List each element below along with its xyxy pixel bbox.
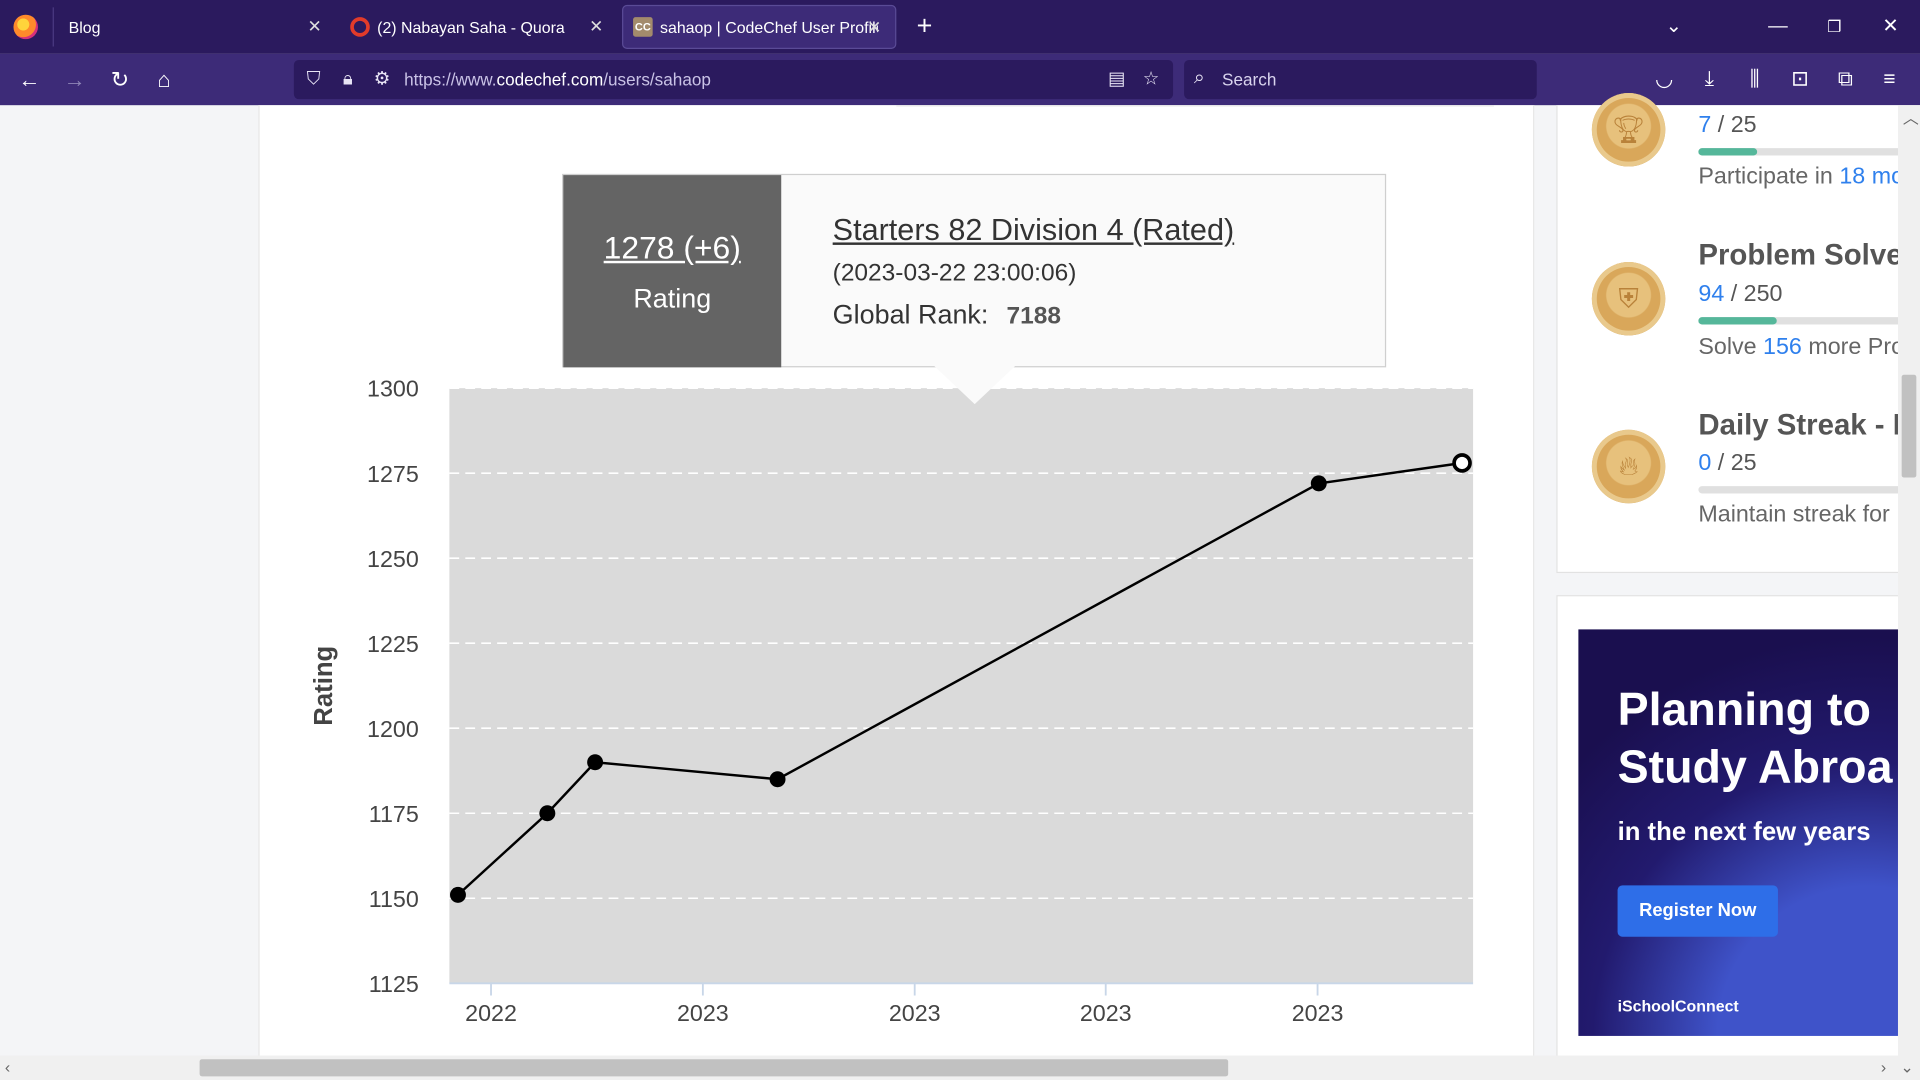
flame-icon: 🔥︎ bbox=[1591, 429, 1666, 504]
tooltip-rank-label: Global Rank: bbox=[832, 298, 989, 330]
x-tick-label: 2023 bbox=[889, 1000, 941, 1026]
y-tick-label: 1150 bbox=[369, 886, 419, 912]
data-point bbox=[539, 805, 556, 822]
y-tick-label: 1175 bbox=[369, 801, 419, 827]
chevron-down-icon[interactable]: ⌄ bbox=[1900, 1058, 1913, 1078]
pocket-icon[interactable]: ◡ bbox=[1649, 65, 1678, 94]
y-tick-label: 1125 bbox=[369, 971, 419, 997]
data-point bbox=[450, 886, 466, 903]
data-point bbox=[1310, 475, 1327, 492]
data-point bbox=[769, 771, 786, 788]
rating-chart: 1125 1150 1175 1200 1225 1250 1275 1300 2022 2023… bbox=[310, 376, 1474, 1026]
trophy-icon: 🏆︎ bbox=[1591, 93, 1666, 167]
y-tick-label: 1225 bbox=[367, 631, 419, 657]
scroll-left-icon[interactable]: ‹ bbox=[5, 1058, 10, 1076]
y-tick-label: 1200 bbox=[367, 716, 419, 742]
list-all-tabs-icon[interactable]: ⌄ bbox=[1657, 12, 1691, 41]
tooltip-rating-label: Rating bbox=[633, 282, 712, 314]
extensions-icon[interactable]: ⧉ bbox=[1831, 65, 1860, 94]
ad-subline: in the next few years bbox=[1617, 817, 1871, 847]
ad-headline: Study Abroa bbox=[1617, 742, 1893, 794]
scrollbar-thumb[interactable] bbox=[199, 1059, 1229, 1077]
register-now-button[interactable]: Register Now bbox=[1617, 885, 1778, 937]
study-abroad-ad[interactable]: Planning to Study Abroa in the next few … bbox=[1578, 629, 1900, 1036]
badge-progress-fill bbox=[1698, 317, 1777, 325]
y-tick-label: 1300 bbox=[367, 376, 419, 402]
x-tick-label: 2023 bbox=[1292, 1000, 1344, 1026]
tooltip-arrow bbox=[933, 364, 1017, 405]
menu-icon[interactable]: ≡ bbox=[1875, 65, 1904, 94]
badge-title: Daily Streak - E bbox=[1698, 408, 1913, 443]
ad-headline: Planning to bbox=[1617, 684, 1871, 736]
badge-count: 0 / 25 bbox=[1698, 450, 1757, 477]
horizontal-scrollbar[interactable]: ‹ › ⌄ bbox=[0, 1055, 1920, 1080]
library-icon[interactable]: ⫼ bbox=[1740, 65, 1769, 94]
rating-tooltip: 1278 (+6) Rating Starters 82 Division 4 … bbox=[562, 173, 1387, 368]
close-window-icon[interactable]: ✕ bbox=[1873, 12, 1907, 41]
shield-icon: ⛨ bbox=[1591, 262, 1666, 336]
badge-title: Problem Solve bbox=[1698, 238, 1903, 272]
y-axis-title: Rating bbox=[310, 646, 338, 726]
tooltip-rating[interactable]: 1278 (+6) bbox=[563, 229, 781, 267]
x-tick-label: 2022 bbox=[465, 1000, 517, 1026]
scroll-up-icon[interactable]: ︿ bbox=[1903, 105, 1919, 128]
data-point-highlighted bbox=[1452, 453, 1472, 473]
y-tick-label: 1250 bbox=[367, 546, 419, 572]
downloads-icon[interactable]: ⤓ bbox=[1695, 65, 1724, 94]
badge-desc: Solve 156 more Pro bbox=[1698, 334, 1905, 361]
badge-progress-bar bbox=[1698, 148, 1907, 156]
x-tick-label: 2023 bbox=[1080, 1000, 1132, 1026]
badge-progress-fill bbox=[1698, 148, 1757, 156]
badge-desc: Participate in 18 mo bbox=[1698, 164, 1905, 190]
tooltip-datetime: (2023-03-22 23:00:06) bbox=[832, 259, 1077, 287]
tooltip-rank-value: 7188 bbox=[1006, 302, 1062, 330]
ad-brand: iSchoolConnect bbox=[1617, 996, 1739, 1016]
y-tick-label: 1275 bbox=[367, 461, 419, 487]
container-icon[interactable]: ⊡ bbox=[1785, 65, 1814, 94]
tooltip-rating-panel: 1278 (+6) Rating bbox=[563, 175, 782, 368]
badge-count: 94 / 250 bbox=[1698, 281, 1783, 308]
badge-progress-bar bbox=[1698, 486, 1907, 494]
vertical-scrollbar[interactable]: ︿ bbox=[1897, 105, 1920, 1061]
badge-progress-bar bbox=[1698, 317, 1907, 325]
minimize-icon[interactable]: — bbox=[1761, 12, 1795, 41]
scroll-right-icon[interactable]: › bbox=[1881, 1058, 1886, 1076]
x-tick-label: 2023 bbox=[677, 1000, 729, 1026]
data-point bbox=[587, 754, 604, 771]
tooltip-contest-link[interactable]: Starters 82 Division 4 (Rated) bbox=[833, 213, 1235, 249]
badge-desc: Maintain streak for bbox=[1698, 502, 1890, 528]
scrollbar-thumb[interactable] bbox=[1901, 374, 1917, 478]
restore-icon[interactable]: ❐ bbox=[1817, 12, 1851, 41]
badge-count: 7 / 25 bbox=[1698, 112, 1757, 139]
